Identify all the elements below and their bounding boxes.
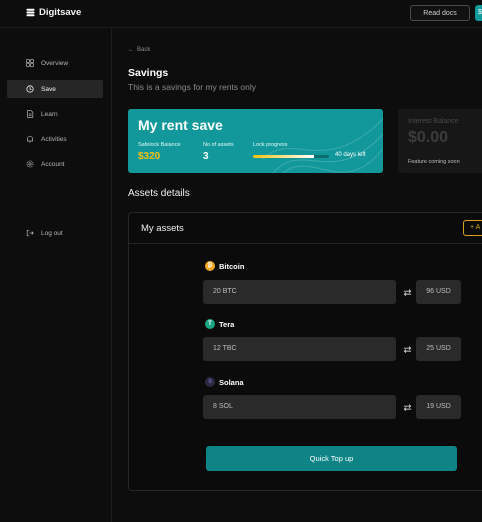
back-label: Back xyxy=(137,47,151,53)
logout-label: Log out xyxy=(41,229,63,237)
assets-panel: My assets + A ₿ Bitcoin 20 BTC 96 USD T … xyxy=(128,212,482,491)
solana-usd-field[interactable]: 19 USD xyxy=(416,395,461,419)
solana-amount-field[interactable]: 8 SOL xyxy=(203,395,396,419)
sidebar-item-account[interactable]: Account xyxy=(7,155,103,173)
swap-icon[interactable] xyxy=(403,288,412,297)
tera-usd-field[interactable]: 25 USD xyxy=(416,337,461,361)
add-asset-button[interactable]: + A xyxy=(463,220,482,236)
clock-icon xyxy=(26,85,34,93)
main-content: ← Back Savings This is a savings for my … xyxy=(113,28,482,522)
interest-label: Interest Balance xyxy=(408,118,459,125)
lock-progress-bar xyxy=(253,155,329,158)
brand-name: Digitsave xyxy=(39,7,82,18)
swap-icon[interactable] xyxy=(403,345,412,354)
lock-progress-label: Lock progress xyxy=(253,142,288,148)
top-bar: Digitsave Read docs $ xyxy=(0,0,482,28)
asset-name-bitcoin: ₿ Bitcoin xyxy=(205,261,244,271)
sidebar-item-overview[interactable]: Overview xyxy=(7,54,103,72)
arrow-left-icon: ← xyxy=(128,47,134,53)
sidebar-item-learn[interactable]: Learn xyxy=(7,105,103,123)
grid-icon xyxy=(26,59,34,67)
bitcoin-amount-field[interactable]: 20 BTC xyxy=(203,280,396,304)
assets-panel-title: My assets xyxy=(141,223,184,234)
sidebar-item-label: Activities xyxy=(41,135,67,143)
safelock-value: $320 xyxy=(138,151,161,162)
tera-icon: T xyxy=(205,319,215,329)
card-title: My rent save xyxy=(138,117,223,133)
days-left: 40 days left xyxy=(335,152,366,158)
tera-amount-field[interactable]: 12 TBC xyxy=(203,337,396,361)
quick-top-up-button[interactable]: Quick Top up xyxy=(206,446,457,471)
assets-panel-header: My assets + A xyxy=(129,213,482,244)
bell-icon xyxy=(26,135,34,143)
assets-heading: Assets details xyxy=(128,188,190,199)
asset-label: Solana xyxy=(219,377,244,387)
logout-icon xyxy=(26,229,34,237)
sidebar-item-label: Learn xyxy=(41,110,58,118)
bitcoin-usd-field[interactable]: 96 USD xyxy=(416,280,461,304)
assets-count-value: 3 xyxy=(203,151,209,162)
page-subtitle: This is a savings for my rents only xyxy=(128,82,257,92)
gear-icon xyxy=(26,160,34,168)
read-docs-button[interactable]: Read docs xyxy=(410,5,470,21)
asset-name-solana: ≡ Solana xyxy=(205,377,244,387)
sidebar-item-label: Overview xyxy=(41,59,69,67)
brand[interactable]: Digitsave xyxy=(26,7,81,18)
page-title: Savings xyxy=(128,67,169,79)
back-link[interactable]: ← Back xyxy=(128,47,150,53)
assets-count-label: No of assets xyxy=(203,142,234,148)
stack-icon xyxy=(26,8,35,17)
coming-soon-note: Feature coming soon xyxy=(408,159,460,165)
asset-label: Tera xyxy=(219,319,235,329)
asset-name-tera: T Tera xyxy=(205,319,234,329)
swap-icon[interactable] xyxy=(403,403,412,412)
sidebar-item-save[interactable]: Save xyxy=(7,80,103,98)
bitcoin-icon: ₿ xyxy=(205,261,215,271)
lock-progress-fill xyxy=(253,155,314,158)
sidebar-item-activities[interactable]: Activities xyxy=(7,130,103,148)
asset-label: Bitcoin xyxy=(219,261,245,271)
logout-button[interactable]: Log out xyxy=(7,224,103,242)
safelock-label: Safelock Balance xyxy=(138,142,181,148)
sidebar-item-label: Account xyxy=(41,160,65,168)
solana-icon: ≡ xyxy=(205,377,215,387)
interest-balance-card: Interest Balance $0.00 Feature coming so… xyxy=(398,109,482,173)
sidebar: Overview Save Learn Activities Account L… xyxy=(0,28,112,522)
decorative-pattern xyxy=(263,118,383,173)
sidebar-item-label: Save xyxy=(41,85,56,93)
document-icon xyxy=(27,110,34,118)
connect-button[interactable]: $ xyxy=(475,5,482,21)
rent-save-card: My rent save Safelock Balance $320 No of… xyxy=(128,109,383,173)
interest-value: $0.00 xyxy=(408,129,449,146)
